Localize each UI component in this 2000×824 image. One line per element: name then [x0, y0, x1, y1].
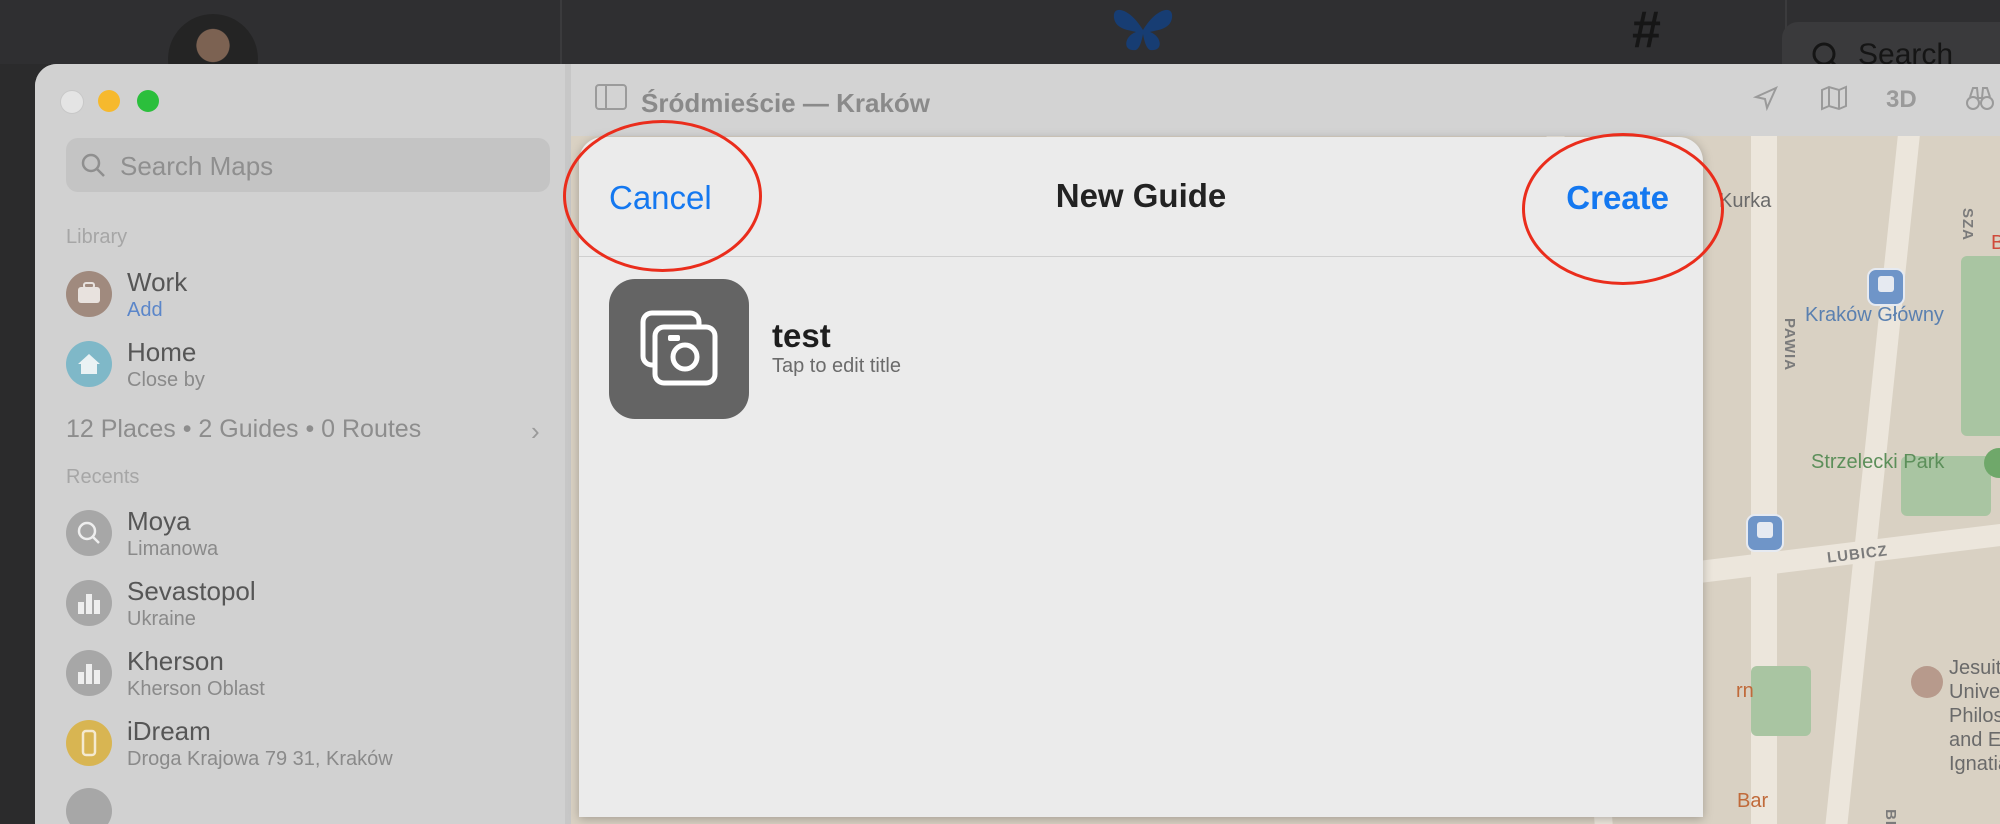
photos-icon	[640, 310, 718, 386]
sidebar-toggle-icon[interactable]	[595, 84, 627, 110]
recent-item-icon	[66, 788, 112, 824]
guide-title-hint: Tap to edit title	[772, 355, 901, 377]
university-icon	[1911, 666, 1943, 698]
recent-item-subtitle: Droga Krajowa 79 31, Kraków	[127, 748, 393, 770]
guide-cover-photo-button[interactable]	[609, 279, 749, 419]
tram-station-icon[interactable]	[1867, 268, 1905, 306]
map-icon[interactable]	[1819, 84, 1849, 112]
recent-item-subtitle: Ukraine	[127, 608, 196, 630]
annotation-circle-create	[1522, 133, 1724, 285]
library-heading: Library	[66, 226, 128, 248]
binoculars-icon[interactable]	[1964, 84, 1996, 112]
city-icon	[66, 650, 112, 696]
map-park	[1751, 666, 1811, 736]
recent-item-subtitle: Limanowa	[127, 538, 219, 560]
divider	[560, 0, 562, 64]
house-icon	[66, 341, 112, 387]
hashtag-icon: #	[1632, 1, 1661, 59]
map-label: Bar	[1737, 790, 1769, 812]
location-arrow-icon[interactable]	[1752, 84, 1780, 112]
recent-item-subtitle: Kherson Oblast	[127, 678, 265, 700]
recent-item-title: Moya	[127, 506, 191, 536]
city-icon	[66, 580, 112, 626]
tram-station-icon[interactable]	[1746, 514, 1784, 552]
map-street-label: SZA	[1959, 208, 1976, 241]
search-icon	[81, 153, 105, 177]
desktop-topbar: #	[0, 0, 2000, 104]
library-item-title: Home	[127, 337, 197, 367]
map-label: Jesuit Universi Philosop and Educ Ignati…	[1949, 657, 2000, 775]
chevron-right-icon: ›	[531, 416, 540, 446]
recent-item-title: Sevastopol	[127, 576, 256, 606]
butterfly-icon	[1113, 9, 1173, 51]
phone-icon	[66, 720, 112, 766]
maximize-window-button[interactable]	[137, 90, 159, 112]
library-item-subtitle: Close by	[127, 369, 205, 391]
close-window-button[interactable]	[60, 90, 84, 114]
3d-toggle-button[interactable]: 3D	[1886, 86, 1917, 114]
map-label: rn	[1736, 680, 1754, 702]
search-input[interactable]: Search Maps	[66, 138, 550, 192]
map-park	[1961, 256, 2000, 436]
guide-title-field[interactable]: test	[772, 317, 831, 355]
minimize-window-button[interactable]	[98, 90, 120, 112]
map-label: Strzelecki Park	[1811, 451, 1945, 473]
map-street-label: PAWIA	[1781, 317, 1799, 372]
search-placeholder: Search Maps	[120, 151, 274, 181]
library-summary-link[interactable]: 12 Places • 2 Guides • 0 Routes	[66, 415, 421, 444]
map-toolbar: Śródmieście — Kraków 3D	[571, 64, 2000, 137]
sidebar: Search Maps Library Work Add Home Close …	[35, 64, 565, 824]
map-location-title: Śródmieście — Kraków	[641, 88, 930, 118]
briefcase-icon	[66, 271, 112, 317]
library-item-subtitle[interactable]: Add	[127, 299, 163, 322]
recent-item-title: iDream	[127, 716, 211, 746]
library-item-title: Work	[127, 267, 188, 297]
map-label: Kurka	[1719, 190, 1772, 212]
map-label: Kraków Główny	[1805, 304, 1944, 326]
map-street-label: BLICH	[1882, 809, 1899, 824]
recents-heading: Recents	[66, 466, 140, 488]
annotation-circle-cancel	[563, 120, 762, 272]
recent-item-title: Kherson	[127, 646, 224, 676]
magnifier-icon	[66, 510, 112, 556]
map-label: Blo	[1991, 232, 2000, 254]
